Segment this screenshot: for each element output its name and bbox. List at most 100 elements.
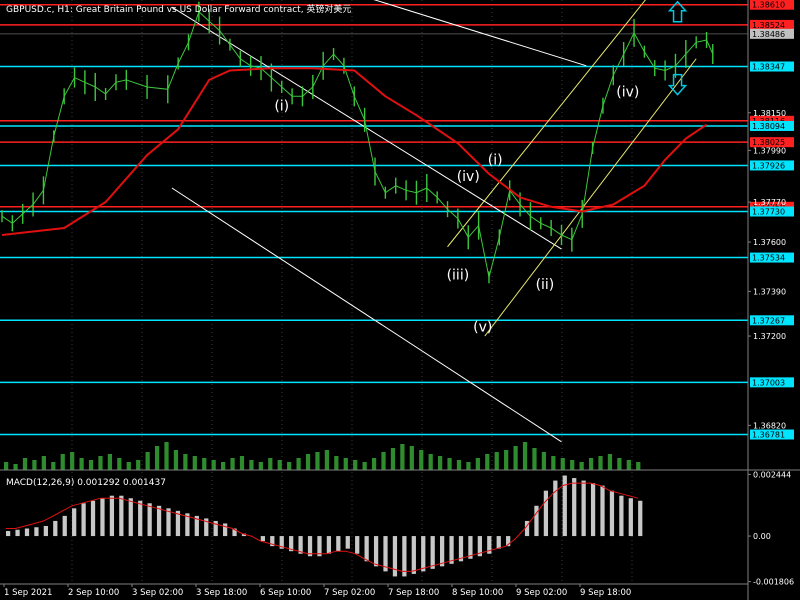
- price-tick-label: 1.37390: [753, 287, 786, 296]
- volume-bar: [419, 450, 424, 470]
- volume-bar: [334, 456, 339, 470]
- macd-bar: [72, 508, 77, 537]
- time-tick-label: 7 Sep 02:00: [324, 588, 375, 598]
- level-label: 1.36781: [752, 431, 785, 440]
- volume-bar: [249, 460, 254, 470]
- macd-bar: [53, 520, 58, 537]
- macd-bar: [166, 508, 171, 537]
- volume-bar: [513, 446, 518, 470]
- macd-bar: [43, 525, 48, 537]
- volume-bar: [466, 462, 471, 470]
- volume-bar: [145, 452, 150, 470]
- volume-bar: [70, 452, 75, 470]
- volume-bar: [324, 450, 330, 470]
- volume-bar: [202, 458, 207, 470]
- time-tick-label: 1 Sep 2021: [4, 588, 52, 598]
- macd-bar: [628, 498, 633, 537]
- time-tick-label: 3 Sep 02:00: [132, 588, 183, 598]
- volume-bar: [88, 460, 94, 470]
- volume-bar: [504, 450, 509, 470]
- volume-bar: [258, 462, 263, 470]
- level-label: 1.37267: [752, 316, 785, 325]
- volume-bar: [428, 454, 433, 470]
- wave-label: (iv): [616, 84, 639, 100]
- macd-bar: [109, 495, 115, 537]
- macd-bar: [128, 498, 133, 537]
- volume-bar: [315, 452, 320, 470]
- volume-bar: [136, 460, 141, 470]
- price-tick-label: 1.37600: [753, 238, 786, 247]
- macd-bar: [355, 536, 360, 554]
- macd-tick-label: -0.001806: [753, 578, 794, 587]
- volume-bar: [588, 458, 594, 470]
- macd-bar: [62, 515, 67, 537]
- macd-bar: [156, 505, 162, 537]
- macd-bar: [373, 536, 379, 567]
- wave-label: (i): [488, 153, 503, 169]
- macd-bar: [600, 485, 605, 537]
- macd-bar: [590, 483, 596, 537]
- volume-bar: [381, 452, 386, 470]
- macd-bar: [326, 536, 332, 554]
- volume-bar: [164, 442, 169, 470]
- volume-bar: [560, 458, 565, 470]
- volume-bar: [626, 460, 631, 470]
- time-tick-label: 3 Sep 18:00: [196, 588, 247, 598]
- time-tick-label: 7 Sep 18:00: [388, 588, 439, 598]
- volume-bar: [532, 448, 537, 470]
- macd-tick-label: 0.002444: [753, 470, 791, 479]
- volume-bar: [41, 456, 46, 470]
- price-tick-label: 1.37770: [753, 198, 786, 207]
- volume-bar: [579, 462, 584, 470]
- time-tick-label: 8 Sep 10:00: [452, 588, 503, 598]
- wave-label: (ii): [536, 277, 555, 293]
- time-tick-label: 9 Sep 18:00: [580, 588, 631, 598]
- volume-bar: [287, 462, 292, 470]
- time-tick-label: 9 Sep 02:00: [516, 588, 567, 598]
- wave-label: (v): [473, 319, 492, 335]
- volume-bar: [390, 448, 396, 470]
- macd-bar: [449, 536, 454, 564]
- volume-bar: [437, 456, 443, 470]
- level-label: 1.37730: [752, 208, 785, 217]
- level-label: 1.38524: [752, 21, 785, 30]
- macd-bar: [119, 495, 124, 537]
- volume-bar: [598, 456, 603, 470]
- volume-bar: [541, 452, 547, 470]
- volume-bar: [192, 456, 197, 470]
- current-price-label: 1.38486: [752, 30, 785, 39]
- price-tick-label: 1.36820: [753, 421, 786, 430]
- volume-bar: [570, 460, 575, 470]
- macd-bar: [90, 500, 96, 537]
- volume-bar: [371, 458, 377, 470]
- volume-bar: [211, 460, 216, 470]
- volume-bar: [51, 462, 56, 470]
- volume-bar: [485, 454, 490, 470]
- price-tick-label: 1.37990: [753, 146, 786, 155]
- volume-bar: [522, 442, 528, 470]
- level-label: 1.38610: [752, 1, 785, 10]
- macd-bar: [100, 498, 105, 537]
- level-label: 1.37003: [752, 378, 785, 387]
- macd-bar: [572, 478, 577, 537]
- macd-bar: [260, 536, 265, 542]
- trading-chart: 1.386101.381161.380251.377501.385241.383…: [0, 0, 800, 600]
- volume-bar: [475, 458, 480, 470]
- macd-bar: [147, 503, 152, 537]
- volume-bar: [4, 462, 9, 470]
- volume-bar: [13, 464, 18, 470]
- volume-bar: [551, 456, 556, 470]
- macd-bar: [81, 503, 86, 537]
- macd-bar: [638, 500, 643, 537]
- volume-bar: [617, 458, 622, 470]
- macd-bar: [619, 495, 624, 537]
- macd-bar: [609, 490, 615, 537]
- volume-bar: [183, 454, 188, 470]
- price-tick-label: 1.38150: [753, 109, 786, 118]
- volume-bar: [296, 458, 301, 470]
- level-label: 1.38094: [752, 122, 785, 131]
- macd-bar: [15, 529, 20, 537]
- macd-bar: [421, 536, 426, 572]
- volume-bar: [456, 460, 462, 470]
- macd-bar: [222, 523, 228, 537]
